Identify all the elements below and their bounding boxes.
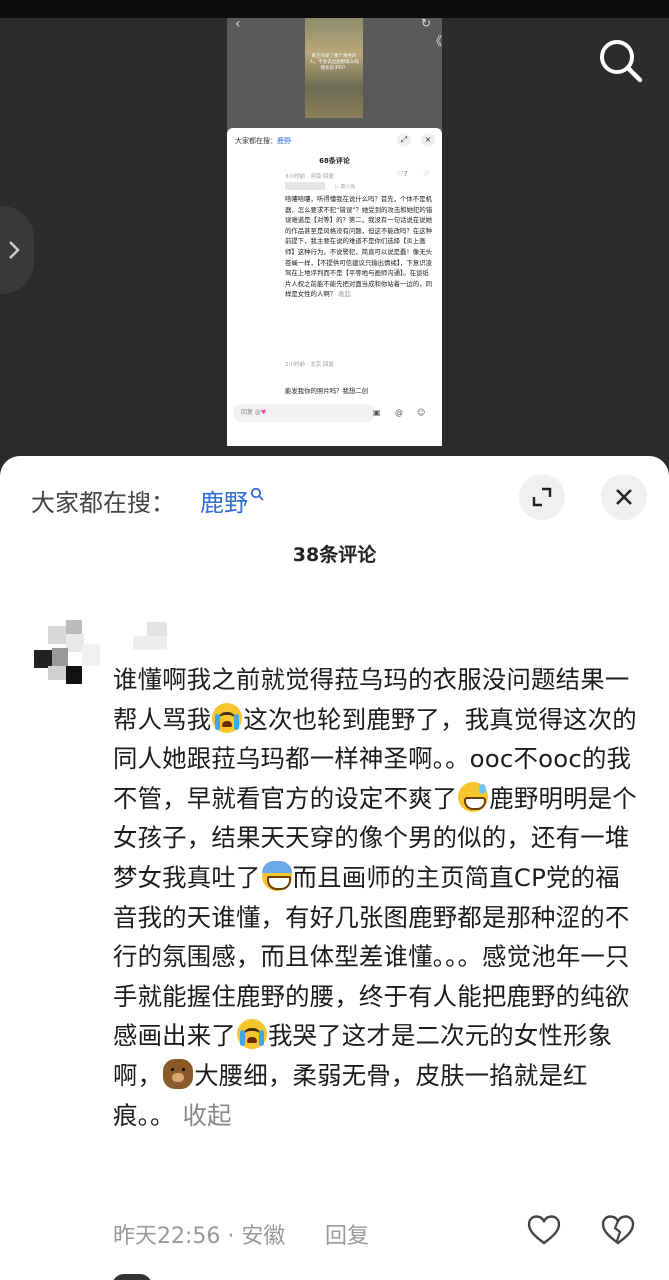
close-icon [616, 489, 632, 505]
embedded-back-icon: ‹ [235, 18, 241, 32]
embedded-heart-icon: ♡7 [397, 170, 408, 178]
comment-text: 谁懂啊我之前就觉得菈乌玛的衣服没问题结果一帮人骂我 这次也轮到鹿野了，我真觉得这次… [113, 665, 637, 1130]
embedded-chevron-icon: 《 [430, 34, 442, 48]
embedded-comment-sheet: 大家都在搜：鹿野 ⤢ × 68条评论 3小时前 · 河南 回复 ♡7 ♡ ▷ 廉… [227, 128, 442, 446]
embedded-image-icon: ▣ [373, 408, 381, 417]
embedded-search-label: 大家都在搜：鹿野 [235, 137, 291, 145]
embedded-refresh-icon: ↻ [421, 18, 432, 30]
comment-sheet: 大家都在搜： 鹿野 38条评论 谁懂啊我之前就觉得菈乌玛的衣服没问题结果一帮人骂… [0, 456, 669, 1280]
trending-search-label: 大家都在搜： [31, 489, 175, 517]
next-comment-avatar[interactable] [112, 1274, 152, 1280]
avatar[interactable] [34, 620, 102, 688]
loudly-crying-face-icon [236, 1019, 267, 1050]
embedded-at-icon: @ [395, 408, 403, 417]
embedded-meta-bottom: 2小时前 · 北京 回复 [285, 362, 334, 368]
grinning-sweat-face-icon [458, 781, 489, 812]
embedded-emoji-icon: ☺ [417, 408, 426, 417]
blurred-username[interactable] [133, 622, 167, 652]
embedded-expand-icon: ⤢ [397, 133, 411, 147]
search-icon [600, 40, 643, 83]
comment-count: 38条评论 [292, 544, 377, 566]
embedded-reply-input: 回复 @♥ [233, 404, 375, 422]
embedded-screenshot: ‹ ↻ 《 真正热爱了那个角色的人，不会说出鹿野那么纯情女孩子吗？ 大家都在搜：… [227, 18, 442, 446]
collapse-link[interactable]: 收起 [183, 1101, 232, 1130]
embedded-blurred-name [285, 182, 325, 190]
embedded-reply-name: ▷ 廉小兔 [335, 184, 356, 190]
embedded-artwork-caption: 真正热爱了那个角色的人，不会说出鹿野那么纯情女孩子吗？ [309, 54, 359, 71]
embedded-meta-top: 3小时前 · 河南 回复 [285, 174, 334, 180]
trending-search-link[interactable]: 鹿野 [200, 483, 264, 518]
expand-button[interactable] [519, 474, 565, 520]
next-image-button[interactable] [0, 206, 34, 294]
embedded-reply-snippet: 能发我你的照片吗？我想二创 [285, 387, 369, 395]
heart-icon [527, 1215, 561, 1245]
comment-time-location: 昨天22:56 · 安徽 [113, 1224, 286, 1249]
chevron-right-icon [9, 241, 20, 259]
dislike-button[interactable] [601, 1214, 635, 1246]
expand-icon [532, 487, 552, 507]
search-button[interactable] [596, 36, 646, 86]
close-button[interactable] [601, 474, 647, 520]
embedded-comment-body: 哈嘍哈嘍，听得懂我在说什么吗？首先，个体不是机器，怎么要求不犯“错误”？她受到的… [285, 195, 433, 299]
embedded-close-icon: × [421, 133, 435, 147]
broken-heart-icon [601, 1215, 635, 1245]
small-search-icon [250, 487, 264, 501]
embedded-artwork: 真正热爱了那个角色的人，不会说出鹿野那么纯情女孩子吗？ [305, 18, 363, 118]
reply-button[interactable]: 回复 [325, 1218, 369, 1250]
image-viewer: ‹ ↻ 《 真正热爱了那个角色的人，不会说出鹿野那么纯情女孩子吗？ 大家都在搜：… [0, 0, 669, 470]
loudly-crying-face-icon [212, 702, 243, 733]
embedded-dislike-icon: ♡ [423, 170, 430, 178]
status-bar [0, 0, 669, 18]
like-button[interactable] [527, 1214, 561, 1246]
embedded-comment-count: 68条评论 [319, 157, 350, 165]
screaming-face-icon [261, 860, 292, 891]
bear-face-icon [163, 1058, 194, 1089]
